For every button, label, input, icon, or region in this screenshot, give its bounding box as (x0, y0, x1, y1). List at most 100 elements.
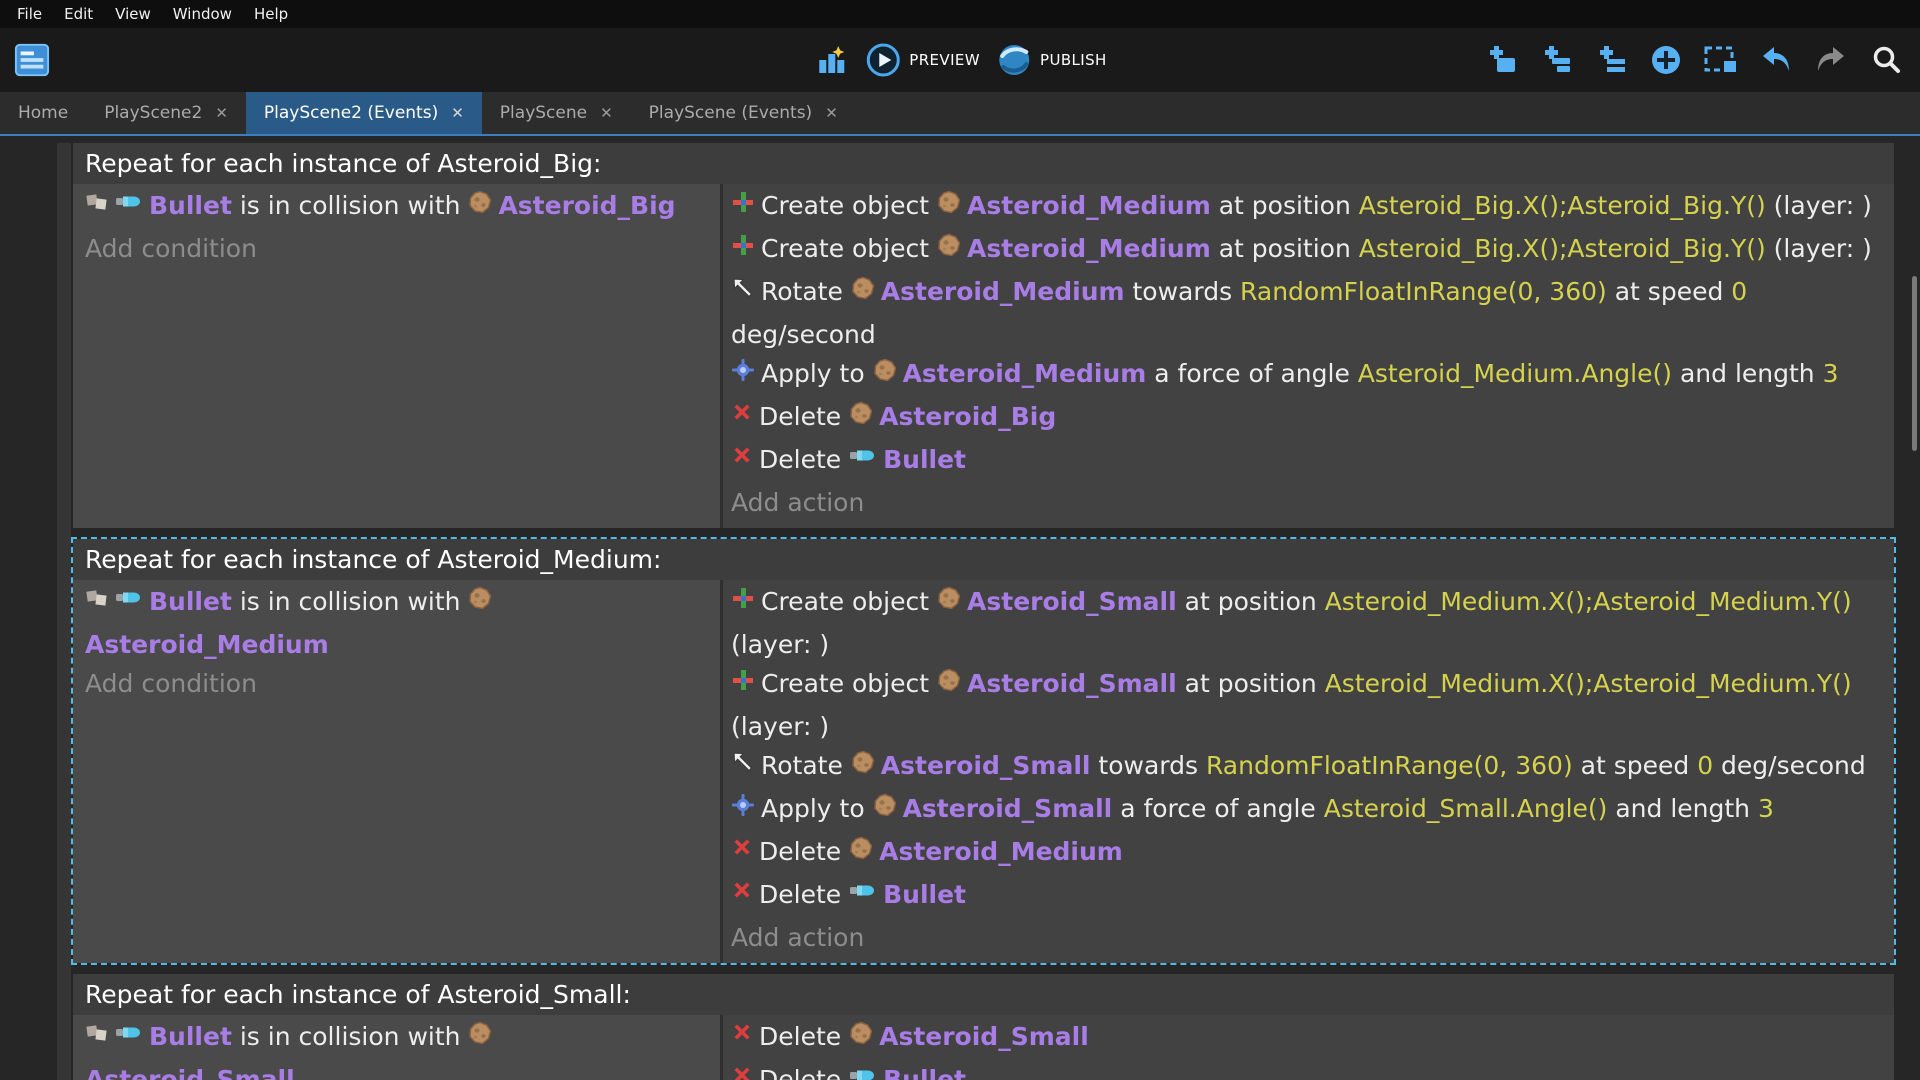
event-1[interactable]: Repeat for each instance of Asteroid_Big… (73, 143, 1894, 528)
event-header[interactable]: Repeat for each instance of Asteroid_Sma… (73, 974, 1894, 1015)
tab-label: PlayScene2 (104, 103, 203, 123)
bullet-icon (849, 444, 877, 483)
add-comment-icon[interactable] (1593, 42, 1629, 78)
select-instructions-icon[interactable] (1703, 42, 1739, 78)
menu-item-edit[interactable]: Edit (53, 2, 104, 26)
action-row[interactable]: Create object Asteroid_Medium at positio… (731, 229, 1879, 272)
condition-row[interactable]: Bullet is in collision with Asteroid_Big (85, 186, 720, 229)
add-condition[interactable]: Add condition (85, 664, 720, 703)
action-row[interactable]: Delete Bullet (731, 875, 1879, 918)
action-row[interactable]: Apply to Asteroid_Medium a force of angl… (731, 354, 1879, 397)
asteroid-icon (849, 1021, 873, 1060)
text: Create object (761, 234, 938, 263)
toolbar-center: PREVIEW PUBLISH (813, 42, 1106, 78)
menu-item-file[interactable]: File (6, 2, 53, 26)
add-condition[interactable]: Add condition (85, 229, 720, 268)
action-row[interactable]: Rotate Asteroid_Small towards RandomFloa… (731, 746, 1879, 789)
action-row[interactable]: Create object Asteroid_Medium at positio… (731, 186, 1879, 229)
object-name: Bullet (149, 587, 232, 616)
object-name: Asteroid_Big (879, 402, 1057, 431)
tab-playscene2[interactable]: PlayScene2 ✕ (86, 92, 246, 134)
delete-icon (731, 1021, 753, 1060)
search-icon[interactable] (1868, 42, 1904, 78)
action-row[interactable]: Create object Asteroid_Small at position… (731, 582, 1879, 664)
undo-icon[interactable] (1758, 42, 1794, 78)
menu-item-view[interactable]: View (104, 2, 162, 26)
object-name: Asteroid_Small (902, 794, 1113, 823)
menu-item-help[interactable]: Help (243, 2, 299, 26)
object-name: Asteroid_Medium (967, 191, 1211, 220)
action-row[interactable]: Delete Bullet (731, 440, 1879, 483)
delete-icon (731, 401, 753, 440)
text: deg/second (1713, 751, 1866, 780)
conditions-column: Bullet is in collision with Asteroid_Med… (73, 580, 723, 963)
menu-bar: File Edit View Window Help (0, 0, 1920, 28)
events-sheet-icon[interactable] (14, 42, 50, 78)
publish-label: PUBLISH (1040, 51, 1107, 69)
toolbar: PREVIEW PUBLISH (0, 28, 1920, 92)
delete-icon (731, 1064, 753, 1080)
tab-playscene-events[interactable]: PlayScene (Events) ✕ (631, 92, 856, 134)
expression: 0 (1697, 751, 1714, 780)
action-row[interactable]: Create object Asteroid_Small at position… (731, 664, 1879, 746)
add-event-icon[interactable] (1483, 42, 1519, 78)
collision-icon (85, 1021, 109, 1060)
rotate-icon (731, 750, 755, 789)
delete-icon (731, 444, 753, 483)
object-name: Bullet (149, 1022, 232, 1051)
tab-home[interactable]: Home (0, 92, 86, 134)
text: Create object (761, 669, 938, 698)
collision-icon (85, 190, 109, 229)
event-header[interactable]: Repeat for each instance of Asteroid_Med… (73, 539, 1894, 580)
redo-icon[interactable] (1813, 42, 1849, 78)
text: Rotate (761, 277, 851, 306)
delete-icon (731, 879, 753, 918)
text: (layer: ) (731, 630, 830, 659)
text: Create object (761, 587, 938, 616)
tab-playscene2-events[interactable]: PlayScene2 (Events) ✕ (245, 92, 482, 134)
action-row[interactable]: Delete Asteroid_Big (731, 397, 1879, 440)
build-icon[interactable] (813, 42, 849, 78)
tab-close-icon[interactable]: ✕ (600, 104, 613, 122)
object-name: Bullet (883, 445, 966, 474)
tab-label: PlayScene (499, 103, 588, 123)
publish-button[interactable]: PUBLISH (996, 42, 1107, 78)
tab-close-icon[interactable]: ✕ (825, 104, 838, 122)
text: and length (1607, 794, 1758, 823)
asteroid-icon (468, 1021, 492, 1060)
event-2[interactable]: Repeat for each instance of Asteroid_Med… (71, 537, 1896, 965)
asteroid-icon (851, 276, 875, 315)
tab-playscene[interactable]: PlayScene ✕ (482, 92, 631, 134)
event-3[interactable]: Repeat for each instance of Asteroid_Sma… (73, 974, 1894, 1080)
action-row[interactable]: Delete Bullet (731, 1060, 1879, 1080)
condition-row[interactable]: Bullet is in collision with Asteroid_Med… (85, 582, 720, 664)
condition-row[interactable]: Bullet is in collision with Asteroid_Sma… (85, 1017, 720, 1080)
scrollbar-thumb[interactable] (1912, 276, 1917, 451)
add-action[interactable]: Add action (731, 483, 1879, 522)
action-row[interactable]: Apply to Asteroid_Small a force of angle… (731, 789, 1879, 832)
event-header[interactable]: Repeat for each instance of Asteroid_Big… (73, 143, 1894, 184)
text: at position (1176, 587, 1325, 616)
action-row[interactable]: Rotate Asteroid_Medium towards RandomFlo… (731, 272, 1879, 354)
tab-close-icon[interactable]: ✕ (451, 104, 464, 122)
action-row[interactable]: Delete Asteroid_Medium (731, 832, 1879, 875)
expression: Asteroid_Big.X();Asteroid_Big.Y() (1358, 234, 1766, 263)
add-action[interactable]: Add action (731, 918, 1879, 957)
menu-item-window[interactable]: Window (162, 2, 243, 26)
preview-button[interactable]: PREVIEW (865, 42, 980, 78)
create-icon (731, 668, 755, 707)
add-subevent-icon[interactable] (1538, 42, 1574, 78)
text: Delete (759, 1022, 850, 1051)
add-circle-icon[interactable] (1648, 42, 1684, 78)
object-name: Asteroid_Small (85, 1065, 295, 1080)
object-name: Asteroid_Medium (902, 359, 1147, 388)
tab-close-icon[interactable]: ✕ (215, 104, 228, 122)
text: at position (1210, 191, 1359, 220)
asteroid-icon (873, 358, 897, 397)
tab-label: PlayScene2 (Events) (263, 103, 439, 123)
text: (layer: ) (1765, 234, 1872, 263)
expression: RandomFloatInRange(0, 360) (1205, 751, 1573, 780)
text: and length (1672, 359, 1823, 388)
text: at position (1176, 669, 1325, 698)
action-row[interactable]: Delete Asteroid_Small (731, 1017, 1879, 1060)
